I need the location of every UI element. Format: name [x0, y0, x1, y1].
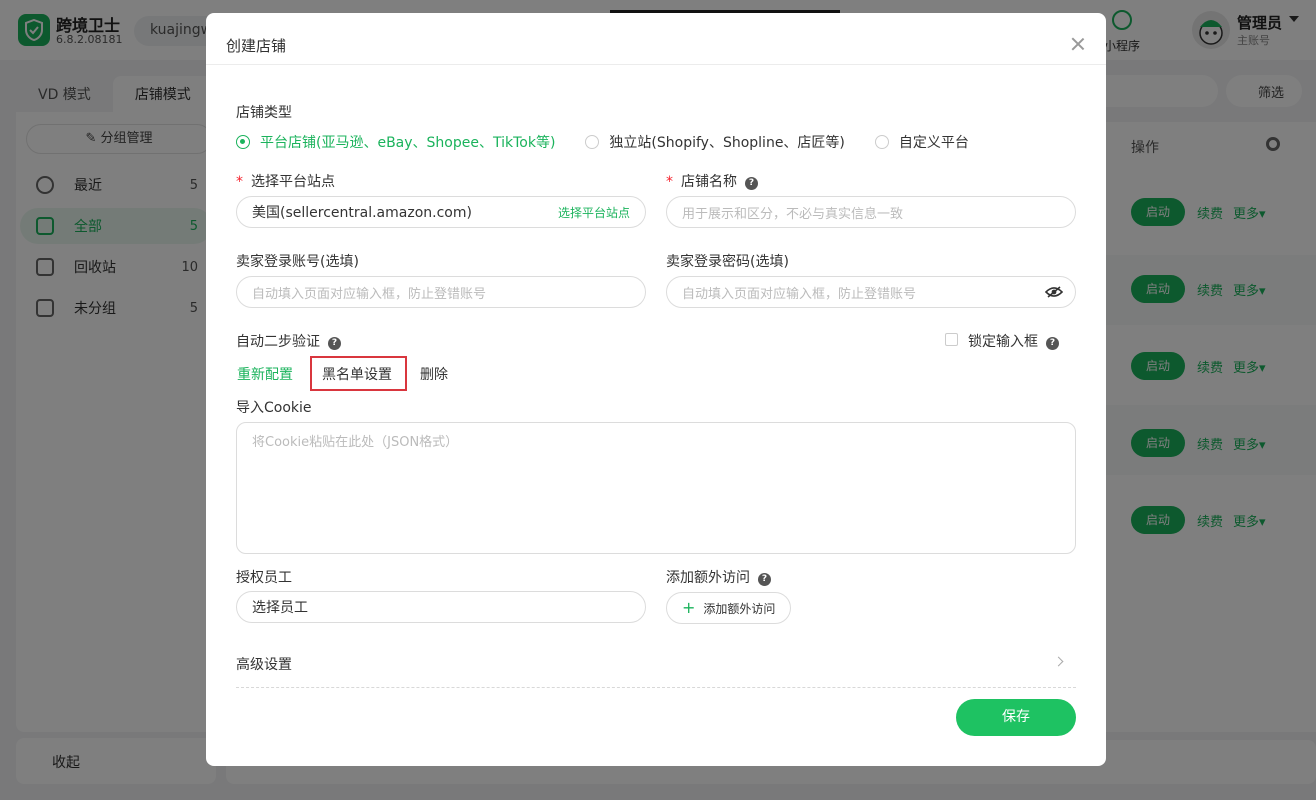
radio-platform-store[interactable]: 平台店铺(亚马逊、eBay、Shopee、TikTok等)	[236, 132, 555, 152]
cookie-textarea[interactable]: 将Cookie粘贴在此处（JSON格式）	[236, 422, 1076, 554]
two-step-label-text: 自动二步验证	[236, 334, 320, 350]
add-extra-access-label: 添加额外访问	[703, 601, 776, 616]
dialog-title: 创建店铺	[226, 37, 287, 55]
chevron-right-icon	[1053, 656, 1064, 667]
delete-link[interactable]: 删除	[420, 364, 448, 384]
site-label-text: 选择平台站点	[251, 174, 335, 190]
radio-dot	[585, 135, 600, 149]
required-mark: *	[666, 174, 673, 190]
help-icon[interactable]: ?	[328, 337, 341, 350]
advanced-settings-toggle[interactable]: 高级设置	[236, 654, 1076, 688]
login-account-placeholder: 自动填入页面对应输入框，防止登错账号	[252, 286, 487, 302]
store-type-radio-group: 平台店铺(亚马逊、eBay、Shopee、TikTok等) 独立站(Shopif…	[236, 132, 999, 152]
site-selector[interactable]: 美国(sellercentral.amazon.com) 选择平台站点	[236, 196, 646, 228]
select-site-link[interactable]: 选择平台站点	[558, 204, 630, 221]
advanced-settings-label: 高级设置	[236, 657, 292, 673]
add-extra-access-button[interactable]: + 添加额外访问	[666, 592, 791, 624]
radio-label: 自定义平台	[898, 135, 969, 151]
store-name-label-text: 店铺名称	[681, 174, 737, 190]
dialog-header: 创建店铺	[206, 13, 1106, 65]
lock-input-label-text: 锁定输入框	[968, 334, 1038, 350]
create-store-dialog: 创建店铺 店铺类型 平台店铺(亚马逊、eBay、Shopee、TikTok等) …	[206, 13, 1106, 766]
help-icon[interactable]: ?	[758, 573, 771, 586]
extra-access-label-text: 添加额外访问	[666, 570, 750, 586]
radio-label: 独立站(Shopify、Shopline、店匠等)	[609, 135, 845, 151]
store-name-placeholder: 用于展示和区分，不必与真实信息一致	[682, 206, 904, 222]
close-icon[interactable]	[1071, 37, 1085, 51]
radio-label: 平台店铺(亚马逊、eBay、Shopee、TikTok等)	[260, 135, 556, 151]
required-mark: *	[236, 174, 243, 190]
staff-placeholder: 选择员工	[252, 600, 308, 616]
eye-off-icon[interactable]	[1045, 286, 1063, 298]
store-type-label: 店铺类型	[236, 105, 292, 121]
help-icon[interactable]: ?	[1046, 337, 1059, 350]
radio-custom-platform[interactable]: 自定义平台	[874, 132, 969, 152]
cookie-label: 导入Cookie	[236, 400, 312, 416]
radio-dot	[874, 135, 889, 149]
help-icon[interactable]: ?	[745, 177, 758, 190]
login-password-input[interactable]: 自动填入页面对应输入框，防止登错账号	[666, 276, 1076, 308]
login-account-label: 卖家登录账号(选填)	[236, 254, 359, 270]
login-password-label: 卖家登录密码(选填)	[666, 254, 789, 270]
store-name-input[interactable]: 用于展示和区分，不必与真实信息一致	[666, 196, 1076, 228]
staff-label: 授权员工	[236, 570, 292, 586]
two-step-label: 自动二步验证?	[236, 331, 341, 351]
reconfigure-link[interactable]: 重新配置	[237, 364, 293, 384]
login-password-placeholder: 自动填入页面对应输入框，防止登错账号	[682, 286, 917, 302]
site-label: * 选择平台站点	[236, 171, 335, 191]
lock-input-checkbox[interactable]	[945, 333, 958, 346]
cookie-placeholder: 将Cookie粘贴在此处（JSON格式）	[252, 435, 459, 450]
plus-icon: +	[682, 598, 696, 617]
staff-selector[interactable]: 选择员工	[236, 591, 646, 623]
radio-independent-site[interactable]: 独立站(Shopify、Shopline、店匠等)	[585, 132, 845, 152]
lock-input-label: 锁定输入框?	[968, 331, 1059, 351]
save-button[interactable]: 保存	[956, 699, 1076, 736]
login-account-input[interactable]: 自动填入页面对应输入框，防止登错账号	[236, 276, 646, 308]
site-value: 美国(sellercentral.amazon.com)	[252, 205, 472, 221]
store-name-label: * 店铺名称?	[666, 171, 758, 191]
blacklist-settings-link[interactable]: 黑名单设置	[322, 364, 392, 384]
extra-access-label: 添加额外访问?	[666, 567, 771, 587]
radio-dot	[236, 135, 250, 149]
